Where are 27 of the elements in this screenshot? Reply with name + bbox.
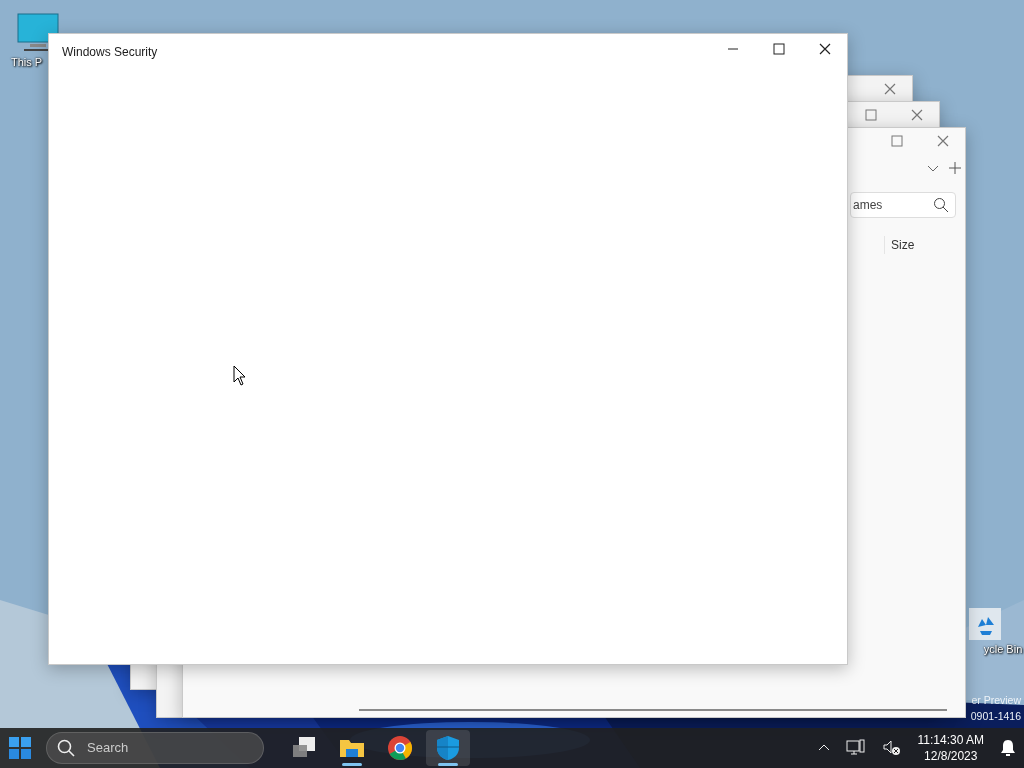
taskbar-app[interactable]	[426, 730, 470, 766]
start-icon[interactable]	[8, 736, 32, 760]
watermark-text: er Preview	[971, 693, 1021, 708]
search-bar[interactable]: Search	[46, 732, 264, 764]
icon-label: This P	[11, 55, 43, 70]
clock-time: 11:14:30 AM	[917, 731, 984, 748]
browser-icon	[387, 735, 413, 761]
search-icon	[57, 739, 75, 757]
search-icon[interactable]	[933, 197, 949, 213]
maximize-icon[interactable]	[772, 42, 786, 56]
column-header[interactable]: Size	[884, 236, 921, 254]
notification-icon[interactable]	[1000, 739, 1016, 757]
horizontal-scrollbar[interactable]	[359, 709, 947, 711]
cursor-icon	[233, 365, 247, 386]
volume-muted-icon[interactable]	[881, 739, 902, 757]
window-title: Windows Security	[62, 44, 158, 61]
close-icon[interactable]	[818, 42, 832, 56]
icon-label: ycle Bin	[983, 642, 1023, 657]
search-text: ames	[853, 197, 883, 214]
watermark-text: 0901-1416	[970, 709, 1021, 724]
shield-icon	[435, 735, 461, 761]
search-field[interactable]: Search	[85, 737, 235, 759]
computer-icon[interactable]	[16, 12, 60, 54]
network-icon[interactable]	[845, 739, 866, 757]
clock-date: 12/8/2023	[923, 748, 979, 765]
recycle-bin-icon[interactable]	[968, 607, 1002, 641]
search-field[interactable]: ames	[850, 192, 956, 218]
